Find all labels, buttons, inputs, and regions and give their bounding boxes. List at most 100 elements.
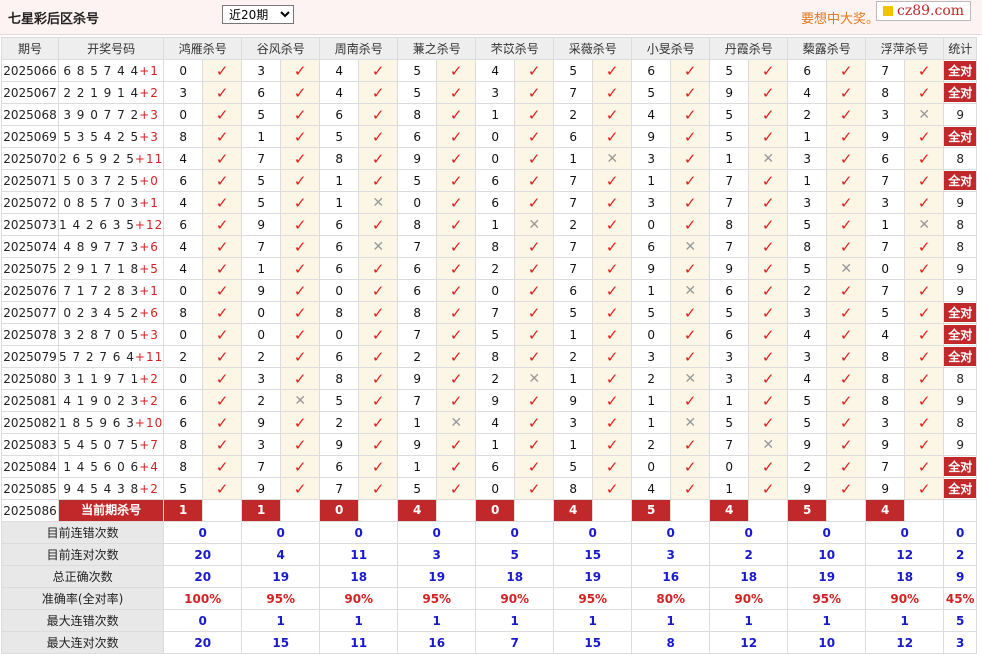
expert-header: 鸿雁杀号: [163, 37, 243, 60]
check-icon: ✓: [215, 479, 229, 498]
close-icon: ✕: [372, 194, 385, 211]
kill-number-cell: 6: [163, 411, 204, 434]
period-cell: 2025079: [1, 345, 59, 368]
period-select[interactable]: 近20期: [222, 5, 294, 24]
kill-number-cell: 1: [241, 125, 282, 148]
check-mark-icon: ✓: [670, 257, 711, 280]
kill-number-cell: 5: [397, 477, 438, 500]
kill-number-cell: 2: [787, 279, 828, 302]
check-icon: ✓: [761, 171, 775, 190]
kill-number-cell: 2: [553, 345, 594, 368]
kill-number-cell: 1: [553, 147, 594, 170]
summary-value: 5: [943, 609, 978, 632]
check-icon: ✓: [761, 83, 775, 102]
check-icon: ✓: [683, 325, 697, 344]
draw-number-cell: 0 2 3 4 5 2+6: [57, 301, 165, 324]
check-icon: ✓: [839, 325, 853, 344]
check-mark-icon: ✓: [748, 125, 789, 148]
kill-number-cell: 0: [163, 59, 204, 82]
summary-value: 0: [631, 521, 711, 544]
check-mark-icon: ✓: [592, 389, 633, 412]
kill-number-cell: 0: [163, 367, 204, 390]
kill-number-cell: 4: [163, 147, 204, 170]
summary-label: 总正确次数: [0, 565, 165, 588]
kill-number-cell: 1: [397, 411, 438, 434]
table-row: 2025072 0 8 5 7 0 3+1 4 ✓ 5 ✓ 1 ✕ 0 ✓ 6 ✓ 7 ✓ 3 ✓ 7 ✓ 3 ✓ 3 ✓…: [1, 191, 978, 214]
summary-value: 19: [553, 565, 633, 588]
draw-number-cell: 9 4 5 4 3 8+2: [57, 477, 165, 500]
summary-value: 95%: [787, 587, 867, 610]
table-row: 2025084 1 4 5 6 0 6+4 8 ✓ 7 ✓ 6 ✓ 1 ✓ 6 ✓ 5 ✓ 0 ✓ 0 ✓ 2 ✓ 7 ✓…: [1, 455, 978, 478]
kill-number-cell: 0: [163, 279, 204, 302]
summary-value: 0: [319, 521, 399, 544]
check-mark-icon: ✓: [826, 345, 867, 368]
kill-number-cell: 6: [397, 279, 438, 302]
check-icon: ✓: [839, 193, 853, 212]
check-icon: ✓: [371, 61, 385, 80]
check-mark-icon: ✓: [904, 59, 945, 82]
check-mark-icon: ✓: [592, 257, 633, 280]
kill-number-cell: 9: [787, 477, 828, 500]
check-mark-icon: ✓: [670, 455, 711, 478]
check-icon: ✓: [371, 325, 385, 344]
kill-number-cell: 6: [709, 323, 750, 346]
kill-number-cell: 7: [241, 235, 282, 258]
summary-row: 总正确次数 20 19 18 19 18 19 16 18 19 18 9: [0, 565, 978, 588]
check-mark-icon: ✓: [748, 477, 789, 500]
check-mark-icon: ✓: [280, 81, 321, 104]
kill-number-cell: 0: [709, 455, 750, 478]
summary-value: 20: [163, 543, 243, 566]
check-icon: ✓: [761, 127, 775, 146]
kill-number-cell: 5: [709, 125, 750, 148]
check-icon: ✓: [761, 325, 775, 344]
check-mark-icon: ✓: [670, 477, 711, 500]
kill-number-cell: 7: [865, 59, 906, 82]
check-mark-icon: ✓: [280, 235, 321, 258]
check-icon: ✓: [527, 479, 541, 498]
check-mark-icon: ✓: [436, 235, 477, 258]
kill-number-cell: 9: [865, 477, 906, 500]
summary-value: 12: [865, 631, 945, 654]
kill-number-cell: 9: [631, 257, 672, 280]
stat-cell: 全对: [943, 477, 978, 500]
draw-numbers: 0 8 5 7 0 3: [63, 195, 140, 210]
kill-number-cell: 1: [709, 147, 750, 170]
check-icon: ✓: [215, 127, 229, 146]
check-icon: ✓: [449, 435, 463, 454]
kill-number-cell: 9: [319, 433, 360, 456]
check-icon: ✓: [839, 347, 853, 366]
draw-back-number: +3: [139, 327, 159, 342]
check-icon: ✓: [371, 149, 385, 168]
check-mark-icon: ✓: [280, 433, 321, 456]
kill-number-cell: 1: [475, 213, 516, 236]
current-kill-number: 4: [710, 500, 748, 521]
check-icon: ✓: [917, 413, 931, 432]
check-mark-icon: ✓: [748, 169, 789, 192]
kill-number-cell: 2: [631, 433, 672, 456]
check-icon: ✓: [839, 149, 853, 168]
site-logo[interactable]: cz89.com: [876, 1, 972, 21]
kill-number-cell: 4: [163, 235, 204, 258]
check-icon: ✓: [449, 105, 463, 124]
summary-value: 20: [163, 631, 243, 654]
check-mark-icon: ✓: [748, 345, 789, 368]
current-kill-spacer: [670, 499, 711, 522]
check-mark-icon: ✓: [748, 323, 789, 346]
kill-number-cell: 8: [865, 81, 906, 104]
close-icon: ✕: [372, 238, 385, 255]
check-mark-icon: ✓: [436, 433, 477, 456]
period-header: 期号: [1, 37, 59, 60]
kill-number-cell: 4: [631, 103, 672, 126]
check-mark-icon: ✓: [748, 411, 789, 434]
check-mark-icon: ✓: [748, 213, 789, 236]
check-mark-icon: ✓: [904, 257, 945, 280]
all-correct-badge: 全对: [944, 457, 976, 476]
check-icon: ✓: [761, 237, 775, 256]
kill-number-cell: 0: [475, 279, 516, 302]
kill-number-cell: 7: [865, 455, 906, 478]
check-icon: ✓: [605, 259, 619, 278]
kill-number-cell: 1: [631, 411, 672, 434]
check-icon: ✓: [605, 83, 619, 102]
check-icon: ✓: [215, 435, 229, 454]
summary-value: 0: [241, 521, 321, 544]
